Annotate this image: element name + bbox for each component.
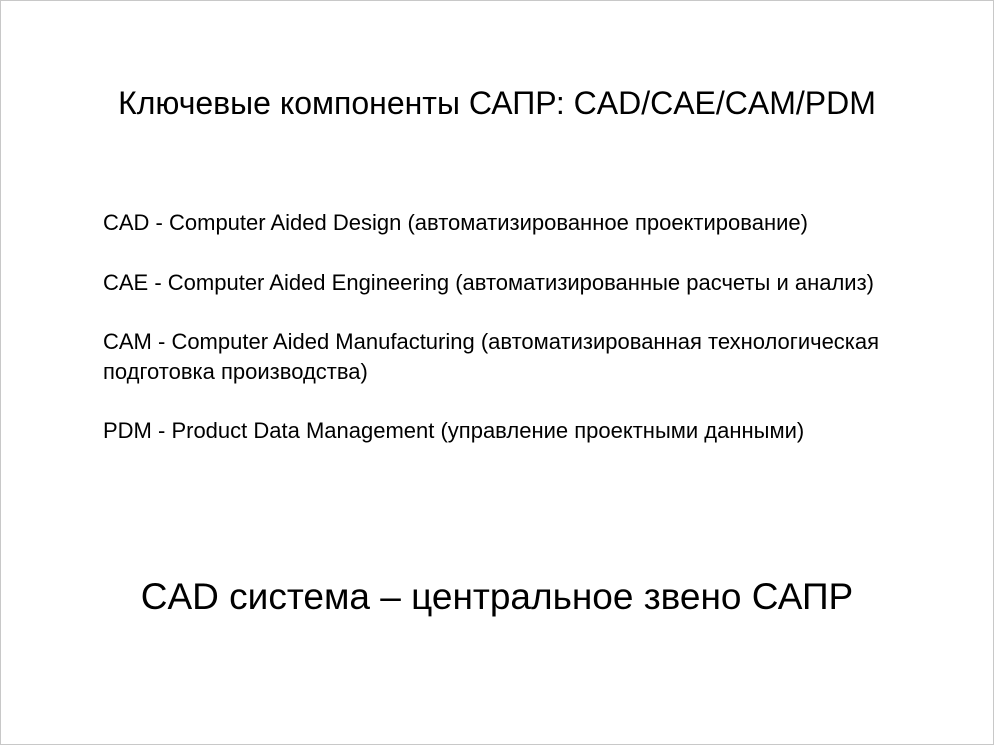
list-item-pdm: PDM - Product Data Management (управлени… xyxy=(103,418,805,443)
list-item-cae: CAE - Computer Aided Engineering (автома… xyxy=(103,269,874,295)
list-item-cam: CAM - Computer Aided Manufacturing (авто… xyxy=(103,329,880,384)
conclusion-text: CAD система – центральное звено САПР xyxy=(140,576,854,617)
list-item-cad: CAD - Computer Aided Design (автоматизир… xyxy=(103,210,808,235)
slide: Ключевые компоненты САПР: CAD/CAE/CAM/PD… xyxy=(0,0,994,745)
slide-title: Ключевые компоненты САПР: CAD/CAE/CAM/PD… xyxy=(118,85,876,121)
component-list: CAD - Computer Aided Design (автоматизир… xyxy=(103,208,913,446)
